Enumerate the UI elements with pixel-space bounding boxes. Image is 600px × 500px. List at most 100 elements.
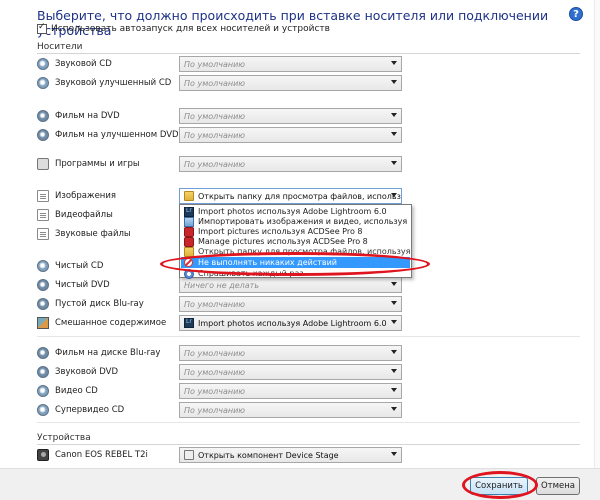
device-row-label: Canon EOS REBEL T2i — [55, 450, 148, 460]
media-row-label: Супервидео CD — [55, 405, 125, 415]
autoplay-checkbox[interactable] — [37, 22, 47, 34]
select-value: По умолчанию — [184, 78, 246, 88]
media-row-label: Звуковые файлы — [55, 229, 131, 239]
media-row-label: Пустой диск Blu-ray — [55, 299, 144, 309]
blank-dvd-action-select[interactable]: Ничего не делать — [179, 277, 402, 293]
autoplay-window: Выберите, что должно происходить при вст… — [0, 0, 600, 500]
enhanced-dvd-action-select[interactable]: По умолчанию — [179, 127, 402, 143]
folder-icon — [184, 191, 194, 201]
media-row-label: Звуковой улучшенный CD — [55, 78, 172, 88]
dvd-disc-icon — [37, 366, 49, 378]
super-video-cd-action-select[interactable]: По умолчанию — [179, 402, 402, 418]
media-row-label: Изображения — [55, 191, 117, 201]
dropdown-item[interactable]: Спрашивать каждый раз — [181, 268, 410, 279]
camera-icon — [37, 449, 49, 461]
dvd-audio-action-select[interactable]: По умолчанию — [179, 364, 402, 380]
chevron-down-icon — [391, 80, 397, 84]
blank-bluray-action-select[interactable]: По умолчанию — [179, 296, 402, 312]
dropdown-item[interactable]: Открыть папку для просмотра файлов, испо… — [181, 246, 410, 257]
acdsee-icon — [184, 236, 194, 247]
cd-disc-icon — [37, 385, 49, 397]
cd-disc-icon — [37, 77, 49, 89]
dropdown-item-label: Открыть папку для просмотра файлов, испо… — [198, 247, 410, 256]
select-value: По умолчанию — [184, 159, 246, 169]
scrollbar[interactable] — [594, 0, 600, 468]
enhanced-audio-cd-action-select[interactable]: По умолчанию — [179, 75, 402, 91]
save-button[interactable]: Сохранить — [470, 477, 528, 495]
select-value: По умолчанию — [184, 367, 246, 377]
document-icon — [37, 190, 49, 202]
devices-section-divider — [37, 444, 580, 445]
media-row-label: Смешанное содержимое — [55, 318, 167, 328]
media-row-label: Звуковой CD — [55, 59, 112, 69]
document-icon — [37, 228, 49, 240]
software-action-select[interactable]: По умолчанию — [179, 156, 402, 172]
dvd-disc-icon — [37, 129, 49, 141]
document-icon — [37, 209, 49, 221]
block-icon — [184, 258, 193, 267]
media-section-divider — [37, 53, 580, 54]
chevron-down-icon — [391, 452, 397, 456]
dropdown-item-label: Не выполнять никаких действий — [198, 258, 338, 267]
cd-disc-icon — [37, 58, 49, 70]
media-row-label: Чистый CD — [55, 261, 104, 271]
select-value: По умолчанию — [184, 130, 246, 140]
media-row-label: Звуковой DVD — [55, 367, 119, 377]
media-row-blank-cd: Чистый CD — [37, 258, 103, 274]
media-row-mixed-content: Смешанное содержимое — [37, 315, 166, 331]
pictures-action-select[interactable]: Открыть папку для просмотра файлов, испо… — [179, 188, 402, 204]
dvd-disc-icon — [37, 279, 49, 291]
dvd-disc-icon — [37, 110, 49, 122]
media-row-label: Чистый DVD — [55, 280, 110, 290]
row-group-divider — [37, 336, 580, 337]
media-row-label: Видео CD — [55, 386, 98, 396]
dropdown-item-label: Спрашивать каждый раз — [198, 269, 304, 278]
media-row-video-cd: Видео CD — [37, 383, 98, 399]
bluray-disc-icon — [37, 347, 49, 359]
windows-import-icon — [184, 216, 194, 227]
lightroom-icon — [184, 318, 194, 328]
media-row-audio-cd: Звуковой CD — [37, 56, 112, 72]
autoplay-option[interactable]: Использовать автозапуск для всех носител… — [37, 22, 330, 34]
camera-action-select[interactable]: Открыть компонент Device Stage — [179, 447, 402, 463]
folder-icon — [184, 246, 194, 257]
media-row-audio-files: Звуковые файлы — [37, 226, 131, 242]
help-icon[interactable]: ? — [569, 7, 583, 21]
select-value: Открыть компонент Device Stage — [198, 450, 339, 460]
dropdown-item-label: Import pictures используя ACDSee Pro 8 — [198, 227, 363, 236]
device-stage-icon — [184, 450, 194, 460]
devices-section-title: Устройства — [37, 433, 91, 443]
audio-cd-action-select[interactable]: По умолчанию — [179, 56, 402, 72]
chevron-down-icon — [391, 320, 397, 324]
program-icon — [37, 158, 49, 170]
dropdown-item-selected[interactable]: Не выполнять никаких действий — [181, 257, 410, 268]
video-cd-action-select[interactable]: По умолчанию — [179, 383, 402, 399]
ask-icon — [184, 268, 194, 279]
media-row-label: Фильм на улучшенном DVD — [55, 130, 179, 140]
chevron-down-icon — [391, 193, 397, 197]
media-row-enhanced-dvd: Фильм на улучшенном DVD — [37, 127, 179, 143]
select-value: Открыть папку для просмотра файлов, испо… — [198, 191, 401, 201]
lightroom-icon — [184, 206, 194, 217]
chevron-down-icon — [391, 282, 397, 286]
bluray-disc-icon — [37, 298, 49, 310]
row-group-divider — [37, 422, 580, 423]
cd-disc-icon — [37, 260, 49, 272]
media-row-pictures: Изображения — [37, 188, 116, 204]
bluray-movie-action-select[interactable]: По умолчанию — [179, 345, 402, 361]
chevron-down-icon — [391, 350, 397, 354]
media-row-blank-bluray: Пустой диск Blu-ray — [37, 296, 144, 312]
cancel-button[interactable]: Отмена — [536, 477, 580, 495]
autoplay-label: Использовать автозапуск для всех носител… — [51, 24, 330, 34]
dvd-movie-action-select[interactable]: По умолчанию — [179, 108, 402, 124]
pictures-action-dropdown: Import photos используя Adobe Lightroom … — [179, 204, 412, 279]
chevron-down-icon — [391, 61, 397, 65]
mixed-content-action-select[interactable]: Import photos используя Adobe Lightroom … — [179, 315, 402, 331]
device-row-camera: Canon EOS REBEL T2i — [37, 447, 148, 463]
media-row-dvd-movie: Фильм на DVD — [37, 108, 120, 124]
media-row-label: Фильм на DVD — [55, 111, 120, 121]
media-row-super-video-cd: Супервидео CD — [37, 402, 124, 418]
dropdown-item-label: Manage pictures используя ACDSee Pro 8 — [198, 237, 368, 246]
mixed-content-icon — [37, 317, 49, 329]
chevron-down-icon — [391, 369, 397, 373]
